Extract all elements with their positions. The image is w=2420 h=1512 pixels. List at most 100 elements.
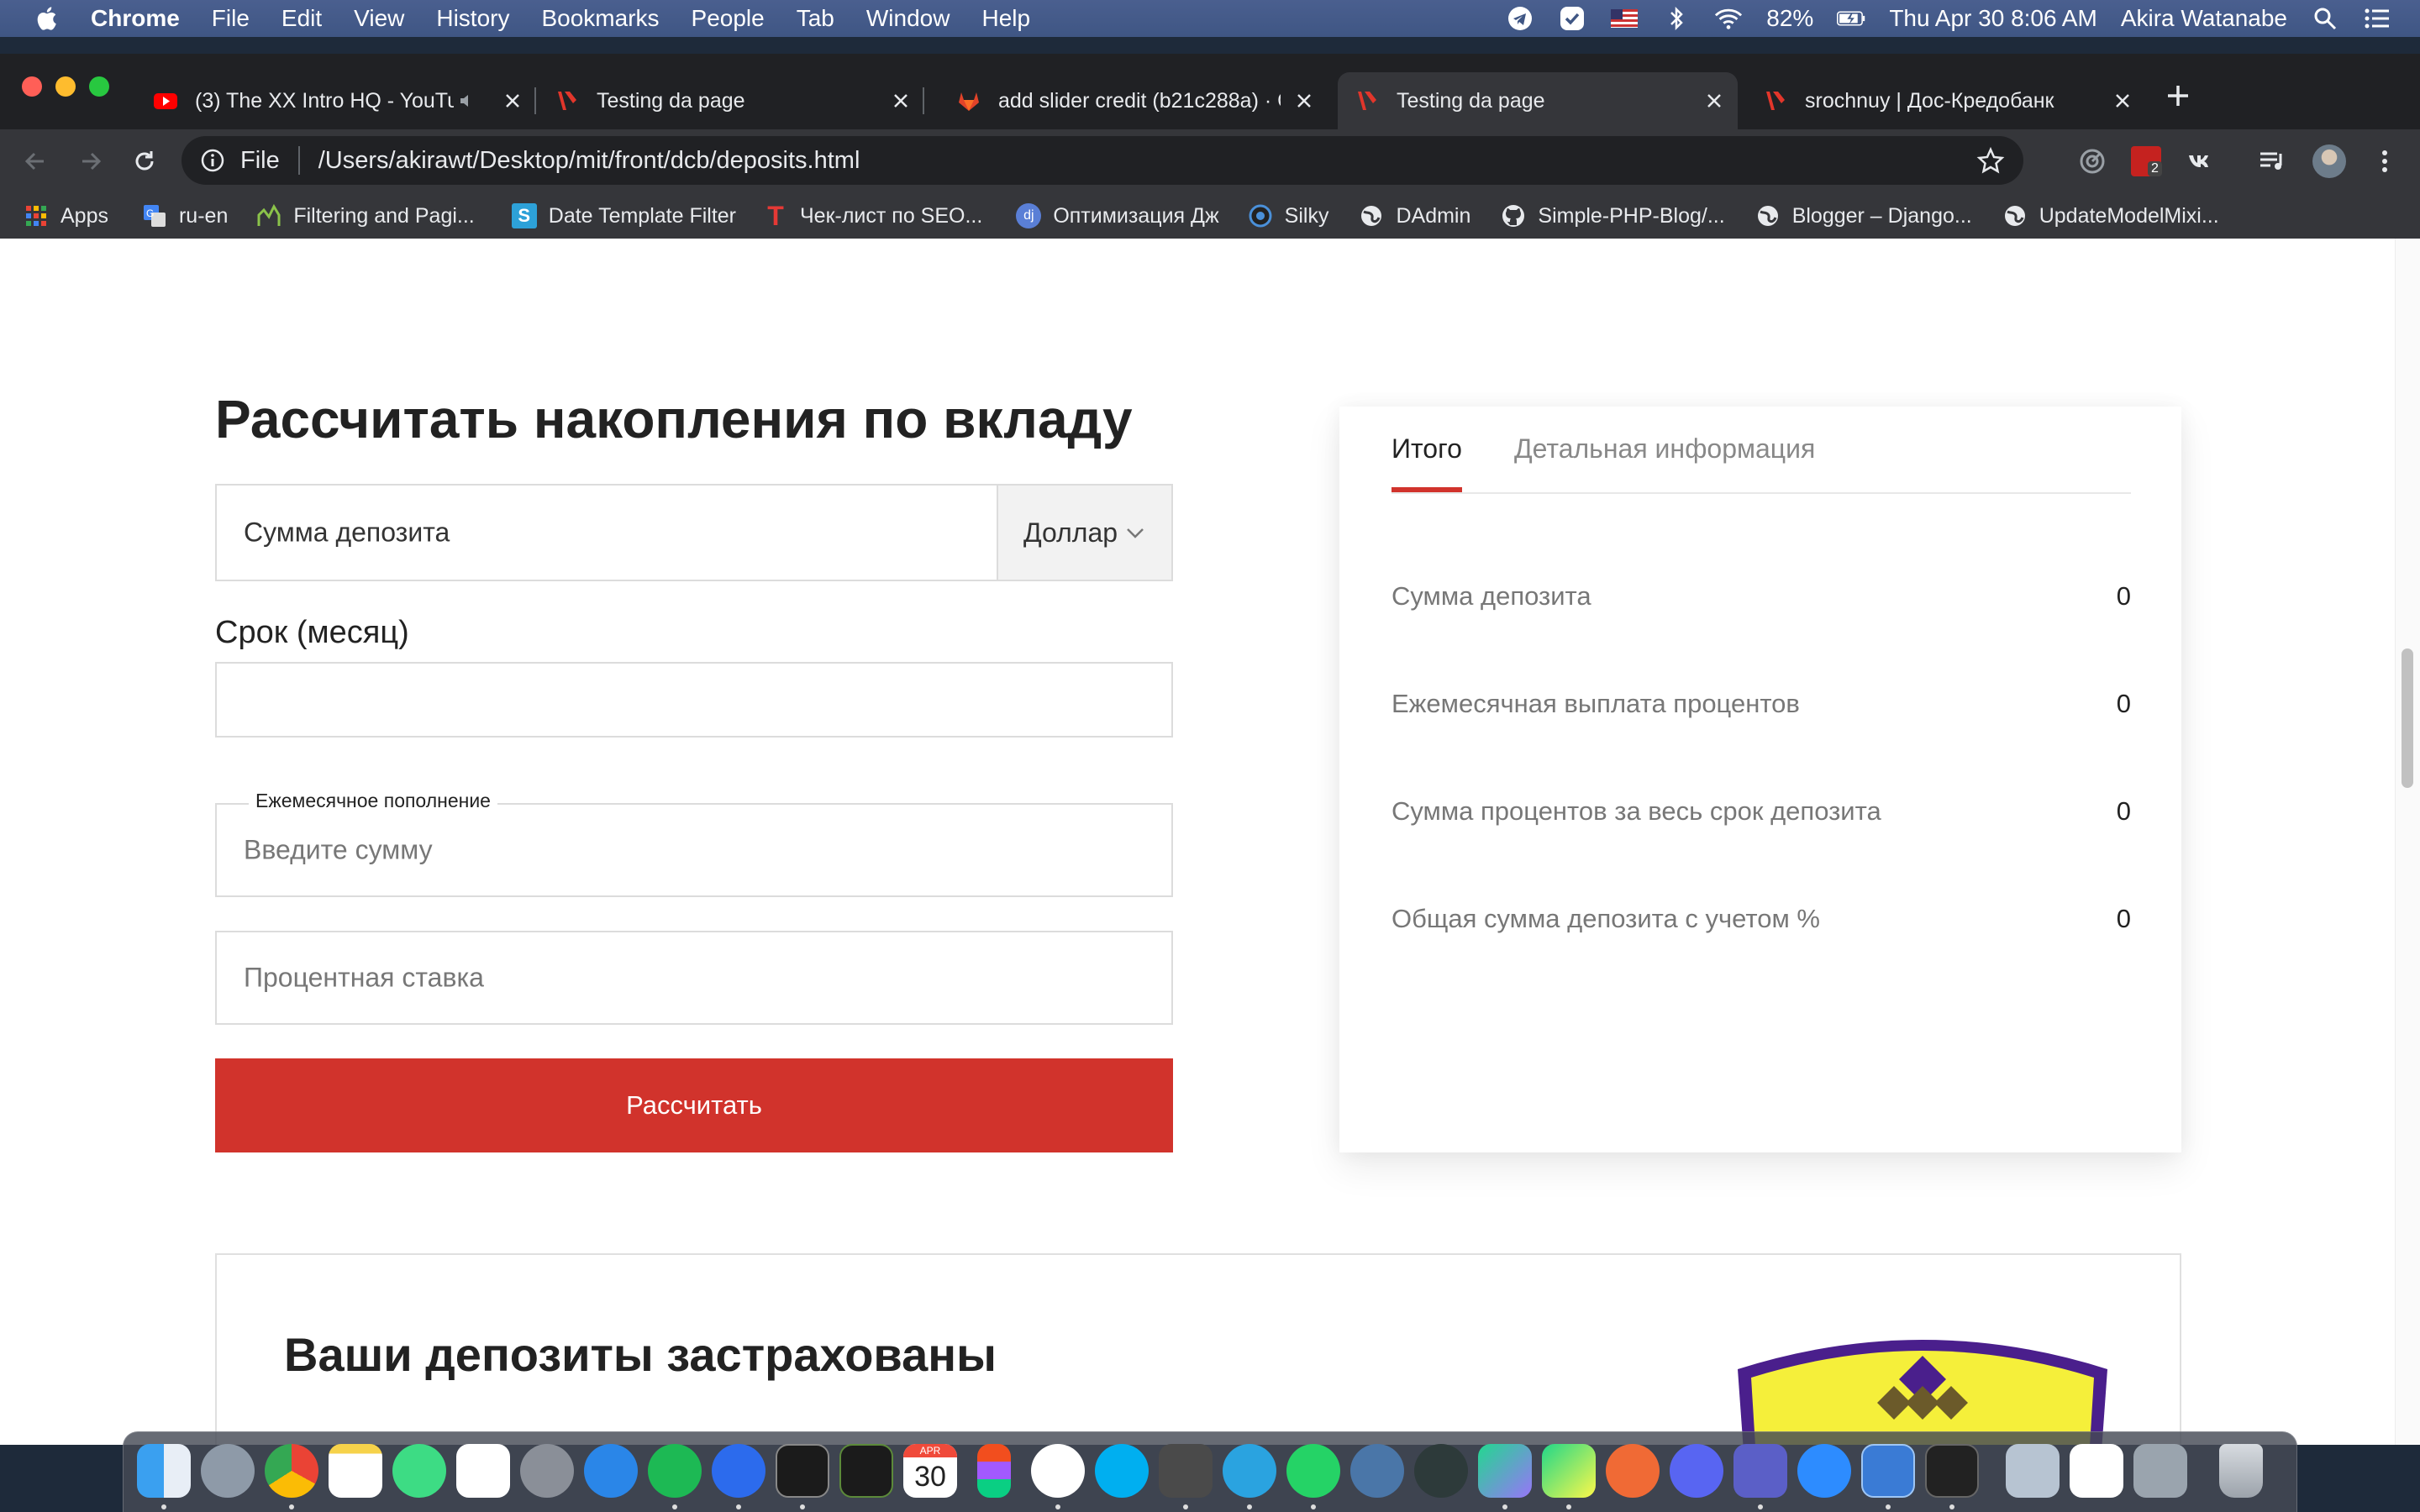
discord-icon[interactable] (1670, 1444, 1723, 1498)
tab-youtube[interactable]: (3) The XX Intro HQ - YouTube (136, 72, 536, 129)
apple-icon[interactable] (34, 4, 62, 33)
calendar-icon[interactable]: APR 30 (903, 1444, 957, 1498)
slack-icon[interactable] (1031, 1444, 1085, 1498)
more-menu-icon[interactable] (2370, 146, 2400, 176)
safari-icon[interactable] (584, 1444, 638, 1498)
bookmark-ru-en[interactable]: G ru-en (142, 203, 228, 228)
address-bar[interactable]: File /Users/akirawt/Desktop/mit/front/dc… (182, 136, 2023, 185)
forward-icon[interactable] (76, 146, 106, 176)
reminders-icon[interactable] (456, 1444, 510, 1498)
menu-view[interactable]: View (354, 5, 404, 32)
telegram-status-icon[interactable] (1506, 6, 1534, 31)
bookmark-star-icon[interactable] (1976, 146, 2005, 175)
atom-icon[interactable] (1414, 1444, 1468, 1498)
bookmark-seo-checklist[interactable]: T Чек-лист по SEO... (763, 201, 982, 231)
tab-details[interactable]: Детальная информация (1514, 433, 1815, 465)
spotlight-search-icon[interactable] (2311, 6, 2339, 31)
finder-icon[interactable] (137, 1444, 191, 1498)
close-tab-icon[interactable] (891, 91, 911, 111)
signal-icon[interactable] (712, 1444, 765, 1498)
figma-icon[interactable] (977, 1444, 1011, 1498)
menu-window[interactable]: Window (866, 5, 950, 32)
preview-icon[interactable] (2006, 1444, 2060, 1498)
launchpad-icon[interactable] (201, 1444, 255, 1498)
audio-playing-icon[interactable] (459, 91, 476, 111)
pycharm-icon[interactable] (1542, 1444, 1596, 1498)
datagrip-icon[interactable] (1478, 1444, 1532, 1498)
terminal-icon[interactable] (776, 1444, 829, 1498)
us-flag-icon[interactable] (1610, 6, 1639, 31)
new-tab-icon[interactable] (2161, 79, 2195, 113)
app-menu-chrome[interactable]: Chrome (91, 5, 180, 32)
monthly-replenishment-input[interactable]: Введите сумму (215, 803, 1173, 897)
extension-radar-icon[interactable] (2077, 146, 2107, 176)
bookmark-filtering[interactable]: Filtering and Pagi... (256, 203, 475, 228)
bluetooth-icon[interactable] (1662, 6, 1691, 31)
tab-gitlab[interactable]: add slider credit (b21c288a) · GitLab (939, 72, 1328, 129)
bookmark-silky[interactable]: Silky (1248, 203, 1328, 228)
interest-rate-input[interactable]: Процентная ставка (215, 931, 1173, 1025)
sublime-icon[interactable] (1159, 1444, 1213, 1498)
pencil-icon[interactable] (1606, 1444, 1660, 1498)
bookmark-optimization[interactable]: dj Оптимизация Дж (1016, 203, 1219, 228)
bookmark-simple-php-blog[interactable]: Simple-PHP-Blog/... (1501, 203, 1725, 228)
bookmark-date-template[interactable]: S Date Template Filter (511, 203, 736, 228)
activity-monitor-icon[interactable] (1925, 1444, 1979, 1498)
close-window-button[interactable] (22, 76, 42, 97)
media-queue-icon[interactable] (2257, 146, 2287, 176)
zoom-window-button[interactable] (89, 76, 109, 97)
tasks-status-icon[interactable] (1558, 6, 1586, 31)
clock[interactable]: Thu Apr 30 8:06 AM (1889, 5, 2097, 32)
profile-avatar[interactable] (2312, 144, 2346, 178)
page-scrollbar-thumb[interactable] (2402, 648, 2413, 788)
menu-help[interactable]: Help (981, 5, 1030, 32)
whatsapp-icon[interactable] (1286, 1444, 1340, 1498)
tab-testing-da-page-1[interactable]: Testing da page (538, 72, 924, 129)
skype-icon[interactable] (1095, 1444, 1149, 1498)
chrome-icon[interactable] (265, 1444, 318, 1498)
textedit-icon[interactable] (2070, 1444, 2123, 1498)
tab-srochnuy[interactable]: srochnuy | Дос-Кредобанк (1746, 72, 2146, 129)
terminal-2-icon[interactable] (839, 1444, 893, 1498)
bookmark-blogger-django[interactable]: Blogger – Django... (1755, 203, 1972, 228)
bookmark-dadmin[interactable]: DAdmin (1359, 203, 1470, 228)
intel-power-gadget-icon[interactable] (1861, 1444, 1915, 1498)
vk-extension-icon[interactable] (2185, 146, 2215, 176)
notification-center-icon[interactable] (2363, 6, 2391, 31)
menu-bookmarks[interactable]: Bookmarks (541, 5, 659, 32)
minimize-window-button[interactable] (55, 76, 76, 97)
calculate-button[interactable]: Рассчитать (215, 1058, 1173, 1152)
menu-edit[interactable]: Edit (281, 5, 322, 32)
close-tab-icon[interactable] (1294, 91, 1314, 111)
menu-tab[interactable]: Tab (797, 5, 834, 32)
battery-icon[interactable] (1837, 6, 1865, 31)
menu-people[interactable]: People (692, 5, 765, 32)
reload-icon[interactable] (129, 146, 160, 176)
back-icon[interactable] (20, 146, 50, 176)
tab-testing-da-page-active[interactable]: Testing da page (1338, 72, 1738, 129)
page-scrollbar[interactable] (2395, 239, 2420, 1445)
teams-icon[interactable] (1733, 1444, 1787, 1498)
menu-history[interactable]: History (436, 5, 509, 32)
telegram-icon[interactable] (1223, 1444, 1276, 1498)
currency-select[interactable]: Доллар (997, 486, 1171, 580)
site-info-icon[interactable] (200, 148, 225, 173)
close-tab-icon[interactable] (502, 91, 523, 111)
extension-mailbox-icon[interactable]: 2 (2131, 146, 2162, 176)
bookmark-apps[interactable]: Apps (24, 203, 108, 228)
close-tab-icon[interactable] (2112, 91, 2133, 111)
system-preferences-icon[interactable] (520, 1444, 574, 1498)
close-tab-icon[interactable] (1704, 91, 1724, 111)
url-text[interactable]: /Users/akirawt/Desktop/mit/front/dcb/dep… (318, 147, 860, 175)
deposit-amount-field[interactable]: Сумма депозита Доллар (215, 484, 1173, 581)
android-studio-icon[interactable] (392, 1444, 446, 1498)
menu-file[interactable]: File (212, 5, 250, 32)
tab-total[interactable]: Итого (1392, 433, 1462, 465)
notes-icon[interactable] (329, 1444, 382, 1498)
trash-icon[interactable] (2219, 1444, 2263, 1498)
vk-icon[interactable] (1350, 1444, 1404, 1498)
user-name[interactable]: Akira Watanabe (2121, 5, 2287, 32)
wifi-icon[interactable] (1714, 6, 1743, 31)
spotify-icon[interactable] (648, 1444, 702, 1498)
term-input[interactable] (215, 662, 1173, 738)
